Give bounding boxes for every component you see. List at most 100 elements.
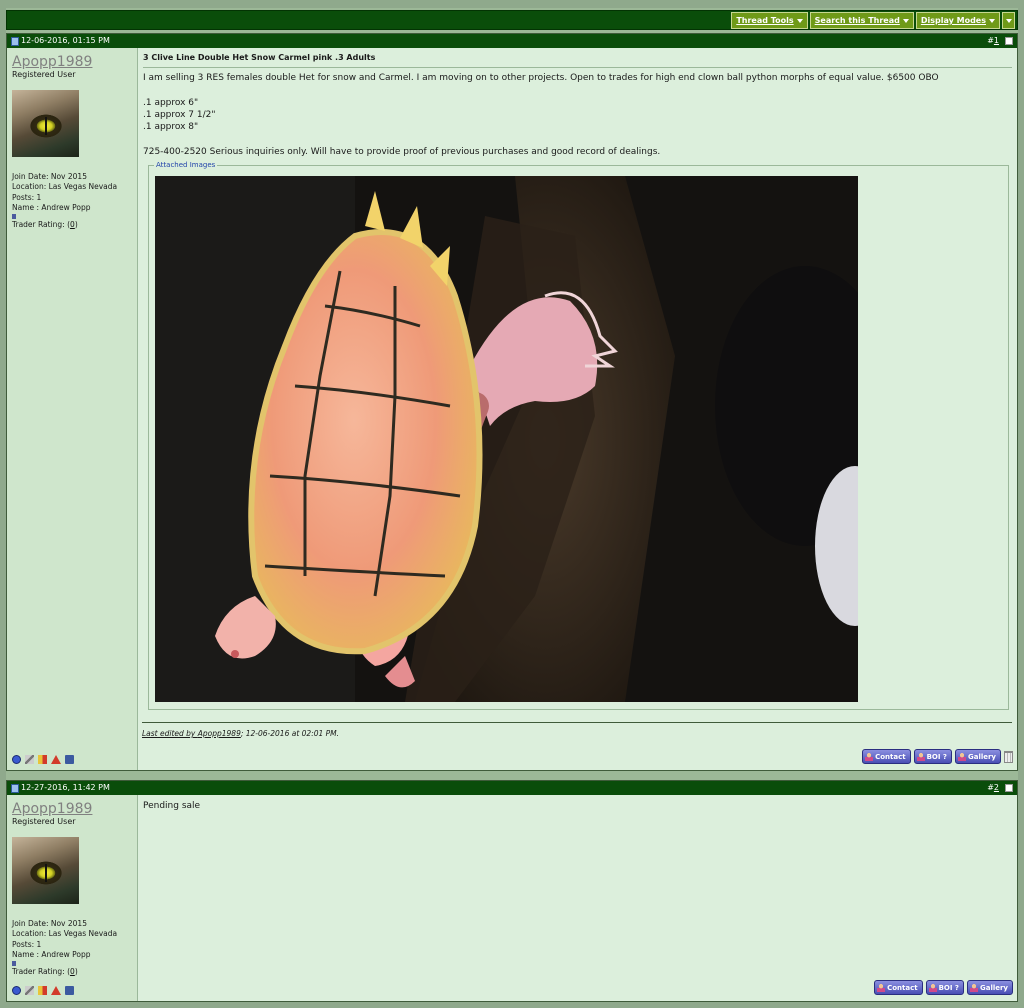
reputation-icon (12, 214, 16, 220)
join-date: Join Date: Nov 2015 (12, 172, 87, 181)
join-date: Join Date: Nov 2015 (12, 919, 87, 928)
search-thread-label[interactable]: Search this Thread (815, 12, 900, 29)
post-date-text: 12-06-2016, 01:15 PM (21, 36, 110, 45)
trader-rating-close: ) (74, 220, 78, 230)
display-modes-label[interactable]: Display Modes (921, 12, 986, 29)
user-icon (865, 752, 874, 761)
add-reputation-icon[interactable] (38, 986, 47, 995)
thread-toolbar: Thread Tools Search this Thread Display … (6, 10, 1018, 30)
ip-info-icon[interactable] (65, 755, 74, 764)
chevron-down-icon (1005, 18, 1012, 23)
turtle-photo-graphic (155, 176, 858, 702)
dropdown-arrow-icon (989, 18, 995, 23)
post-header: 12-06-2016, 01:15 PM #1 (7, 34, 1017, 48)
attached-images-label: Attached Images (154, 161, 218, 169)
post-permalink[interactable]: 2 (994, 783, 999, 792)
user-info: Join Date: Nov 2015 Location: Las Vegas … (12, 172, 117, 230)
contact-label: Contact (875, 752, 906, 761)
avatar[interactable] (12, 837, 79, 904)
last-edited-note: Last edited by Apopp1989; 12-06-2016 at … (142, 729, 339, 738)
trash-icon[interactable] (1004, 750, 1013, 763)
trader-rating: Trader Rating: (0) (12, 967, 117, 977)
contact-button[interactable]: Contact (874, 980, 923, 995)
title-divider (143, 67, 1012, 68)
add-reputation-icon[interactable] (38, 755, 47, 764)
user-icon (969, 983, 978, 992)
edit-divider (142, 722, 1012, 723)
boi-label: BOI ? (926, 752, 947, 761)
post-number: #1 (987, 36, 999, 45)
post-buttons: Contact BOI ? Gallery (862, 749, 1013, 764)
gallery-button[interactable]: Gallery (954, 749, 1001, 764)
post-icon (11, 783, 19, 793)
post-message: Pending sale (143, 801, 201, 811)
collapse-toolbar-button[interactable] (1002, 12, 1015, 29)
post-content: 3 Clive Line Double Het Snow Carmel pink… (138, 48, 1017, 770)
multi-quote-checkbox[interactable] (1005, 37, 1013, 45)
user-sidebar: Apopp1989 Registered User Join Date: Nov… (7, 795, 138, 1001)
user-icon (916, 752, 925, 761)
report-post-icon[interactable] (51, 986, 61, 995)
user-icon (957, 752, 966, 761)
edited-by-link[interactable]: Apopp1989 (198, 729, 241, 738)
user-icon (928, 983, 937, 992)
turtle-photo[interactable] (155, 176, 858, 702)
post-1: 12-06-2016, 01:15 PM #1 Apopp1989 Regist… (6, 33, 1018, 771)
contact-button[interactable]: Contact (862, 749, 911, 764)
display-modes-menu[interactable]: Display Modes (915, 12, 1000, 29)
edited-prefix: Last edited by (142, 729, 198, 738)
post-content: Pending sale Contact BOI ? Gallery (138, 795, 1017, 1001)
post-buttons: Contact BOI ? Gallery (874, 980, 1013, 995)
multi-quote-checkbox[interactable] (1005, 784, 1013, 792)
post-icon (11, 36, 19, 46)
trader-rating: Trader Rating: (0) (12, 220, 117, 230)
boi-label: BOI ? (938, 983, 959, 992)
tools-icon[interactable] (25, 986, 34, 995)
user-sidebar: Apopp1989 Registered User Join Date: Nov… (7, 48, 138, 770)
post-date: 12-06-2016, 01:15 PM (11, 34, 110, 48)
online-status-icon[interactable] (12, 755, 21, 764)
post-2: 12-27-2016, 11:42 PM #2 Apopp1989 Regist… (6, 780, 1018, 1002)
boi-button[interactable]: BOI ? (913, 749, 952, 764)
ip-info-icon[interactable] (65, 986, 74, 995)
post-title: 3 Clive Line Double Het Snow Carmel pink… (143, 53, 376, 62)
location: Location: Las Vegas Nevada (12, 182, 118, 192)
trader-rating-label: Trader Rating: ( (12, 220, 71, 230)
trader-rating-close: ) (74, 967, 78, 977)
dropdown-arrow-icon (902, 18, 909, 23)
post-number: #2 (987, 783, 999, 792)
user-info: Join Date: Nov 2015 Location: Las Vegas … (12, 919, 117, 977)
post-date-text: 12-27-2016, 11:42 PM (21, 783, 110, 792)
user-actions (12, 755, 74, 764)
user-icon (877, 983, 886, 992)
dropdown-arrow-icon (796, 18, 803, 23)
thread-tools-menu[interactable]: Thread Tools (731, 12, 808, 29)
online-status-icon[interactable] (12, 986, 21, 995)
gallery-label: Gallery (967, 752, 996, 761)
gallery-label: Gallery (979, 983, 1008, 992)
trader-rating-label: Trader Rating: ( (12, 967, 71, 977)
tools-icon[interactable] (25, 755, 34, 764)
contact-label: Contact (887, 983, 918, 992)
username-link[interactable]: Apopp1989 (12, 801, 92, 817)
user-title: Registered User (12, 70, 76, 79)
post-header: 12-27-2016, 11:42 PM #2 (7, 781, 1017, 795)
post-permalink[interactable]: 1 (994, 36, 999, 45)
post-count: Posts: 1 (12, 192, 42, 202)
username-link[interactable]: Apopp1989 (12, 54, 92, 70)
real-name: Name : Andrew Popp (12, 949, 91, 959)
real-name: Name : Andrew Popp (12, 202, 91, 212)
search-thread-menu[interactable]: Search this Thread (809, 12, 914, 29)
edited-suffix: ; 12-06-2016 at 02:01 PM. (240, 729, 340, 738)
user-title: Registered User (12, 817, 76, 826)
gallery-button[interactable]: Gallery (966, 980, 1013, 995)
post-count: Posts: 1 (12, 939, 42, 949)
location: Location: Las Vegas Nevada (12, 929, 118, 939)
post-message: I am selling 3 RES females double Het fo… (143, 73, 939, 157)
boi-button[interactable]: BOI ? (925, 980, 964, 995)
thread-tools-label[interactable]: Thread Tools (736, 12, 793, 29)
avatar[interactable] (12, 90, 79, 157)
post-date: 12-27-2016, 11:42 PM (11, 781, 110, 795)
report-post-icon[interactable] (51, 755, 61, 764)
reputation-icon (12, 961, 16, 967)
